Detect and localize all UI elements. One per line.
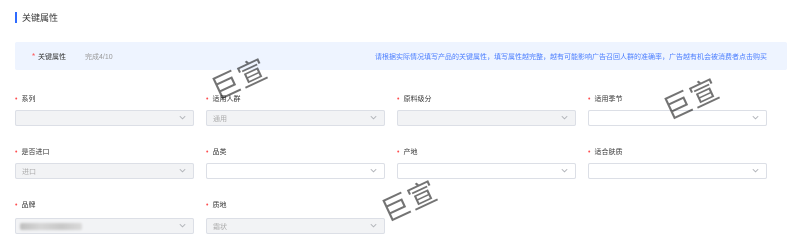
chevron-down-icon <box>369 166 378 175</box>
chevron-down-icon <box>369 221 378 230</box>
field-label-category: • 品类 <box>206 149 227 156</box>
completion-progress: 完成4/10 <box>85 54 113 61</box>
field-label-texture: • 质地 <box>206 202 227 209</box>
field-label-skin-type: • 适合肤质 <box>588 149 623 156</box>
chevron-down-icon <box>751 166 760 175</box>
chevron-down-icon <box>369 113 378 122</box>
required-mark: • <box>397 149 400 156</box>
select-value: 霜状 <box>213 224 227 231</box>
required-mark: • <box>15 202 18 209</box>
section-title: 关键属性 <box>22 12 59 23</box>
chevron-down-icon <box>560 113 569 122</box>
select-season[interactable] <box>588 110 767 126</box>
select-material-grade[interactable] <box>397 110 576 126</box>
field-label-material-grade: • 原料级分 <box>397 96 432 103</box>
required-mark: • <box>15 96 18 103</box>
chevron-down-icon <box>560 166 569 175</box>
select-target-group[interactable]: 通用 <box>206 110 385 126</box>
banner-label: 关键属性 <box>38 54 66 61</box>
chevron-down-icon <box>751 113 760 122</box>
select-value: 通用 <box>213 116 227 123</box>
required-mark: • <box>15 149 18 156</box>
select-origin[interactable] <box>397 163 576 179</box>
select-brand[interactable] <box>15 218 194 234</box>
chevron-down-icon <box>178 221 187 230</box>
section-accent-bar <box>15 11 17 23</box>
chevron-down-icon <box>178 113 187 122</box>
required-mark: • <box>206 149 209 156</box>
key-attributes-banner: * 关键属性 完成4/10 请根据实际情况填写产品的关键属性，填写属性越完整，越… <box>15 42 787 70</box>
select-category[interactable] <box>206 163 385 179</box>
banner-hint: 请根据实际情况填写产品的关键属性，填写属性越完整，越有可能影响广告召回人群的准确… <box>375 54 767 61</box>
required-mark: • <box>206 202 209 209</box>
section-header: 关键属性 <box>15 10 58 24</box>
required-mark: * <box>32 52 36 61</box>
redacted-brand-value <box>20 223 82 230</box>
select-texture[interactable]: 霜状 <box>206 218 385 234</box>
required-mark: • <box>588 96 591 103</box>
field-label-origin: • 产地 <box>397 149 418 156</box>
field-label-season: • 适用季节 <box>588 96 623 103</box>
field-label-series: • 系列 <box>15 96 36 103</box>
chevron-down-icon <box>178 166 187 175</box>
select-imported[interactable]: 进口 <box>15 163 194 179</box>
required-mark: • <box>206 96 209 103</box>
select-series[interactable] <box>15 110 194 126</box>
field-label-imported: • 是否进口 <box>15 149 50 156</box>
select-value: 进口 <box>22 169 36 176</box>
required-mark: • <box>588 149 591 156</box>
required-mark: • <box>397 96 400 103</box>
select-skin-type[interactable] <box>588 163 767 179</box>
field-label-brand: • 品牌 <box>15 202 36 209</box>
field-label-target-group: • 适用人群 <box>206 96 241 103</box>
